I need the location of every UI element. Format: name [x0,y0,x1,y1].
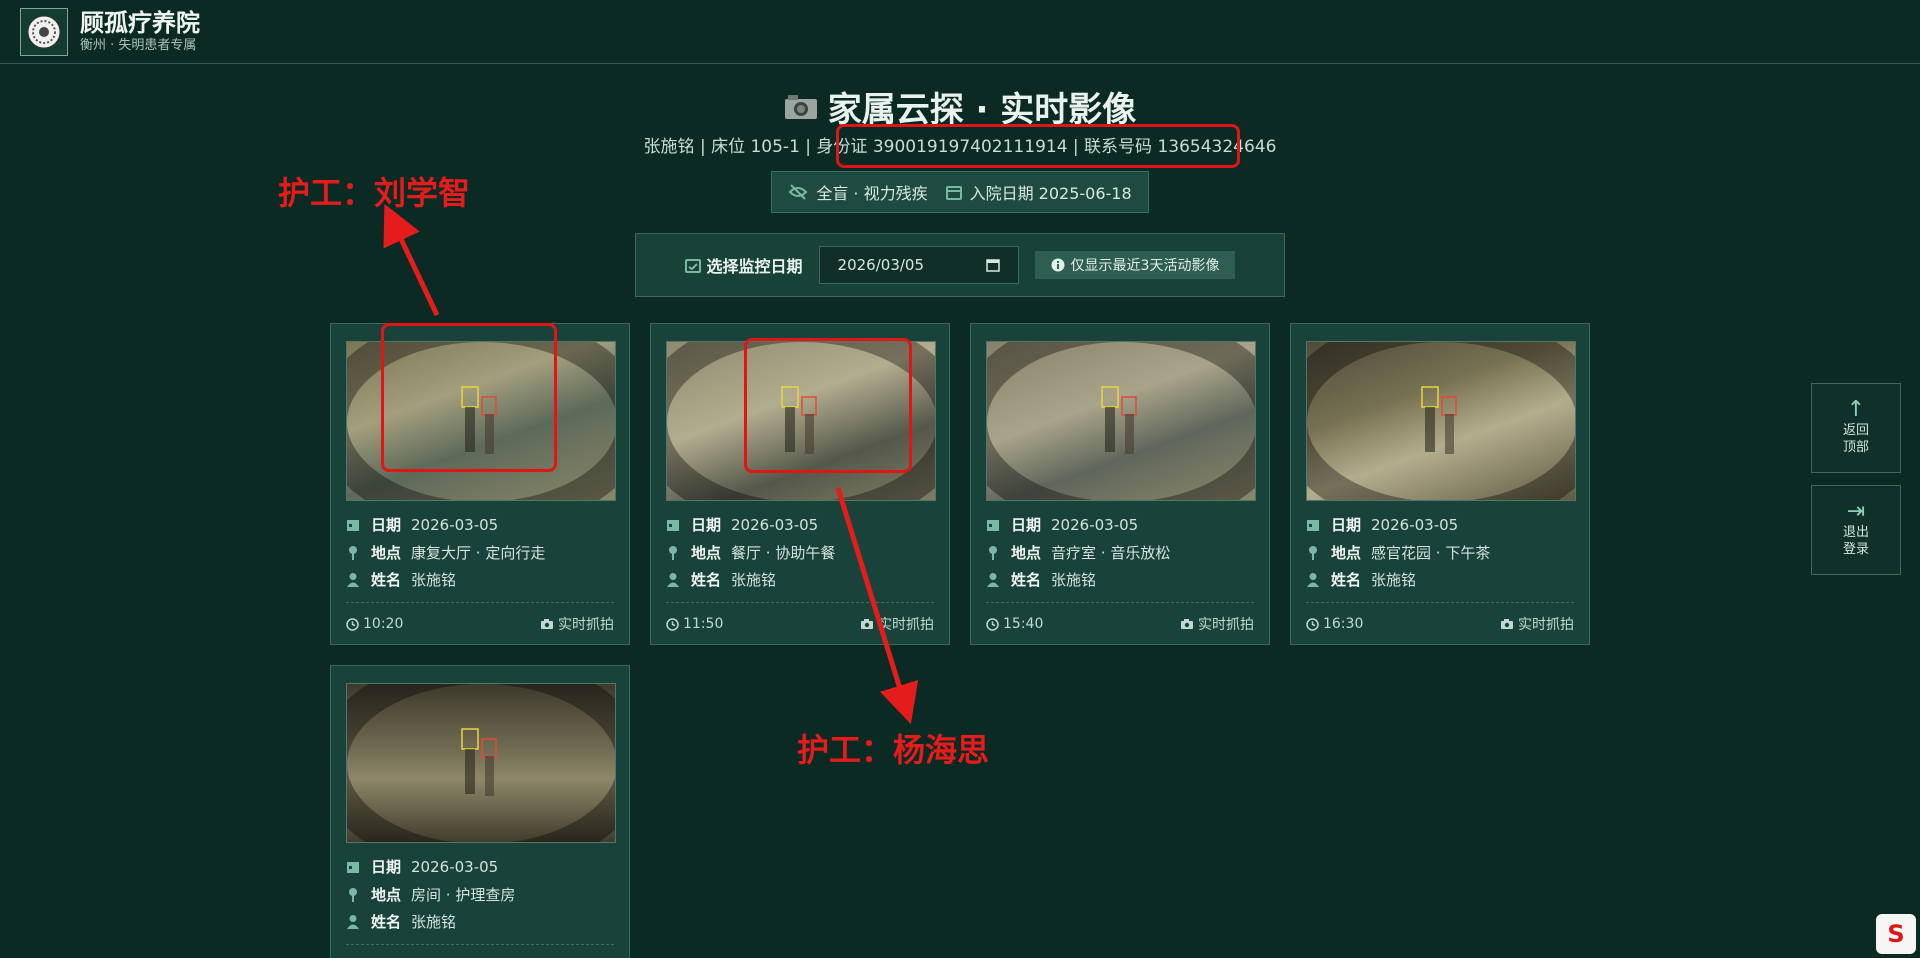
logout-label: 退出 登录 [1842,524,1869,557]
back-to-top-button[interactable]: ↑ 返回 顶部 [1811,383,1901,473]
logout-button[interactable]: ⇥ 退出 登录 [1811,485,1901,575]
nurse-label-1: 护工：刘学智 [278,174,471,212]
corner-app-icon[interactable]: S [1876,914,1916,954]
back-to-top-label: 返回 顶部 [1842,422,1869,455]
nurse-label-2: 护工：杨海思 [797,731,990,769]
sign-out-icon: ⇥ [1846,498,1866,524]
arrow-to-nurse-1 [383,203,440,317]
annotation-arrows [383,203,919,725]
arrow-up-icon: ↑ [1846,396,1866,422]
arrow-to-nurse-2 [835,487,919,725]
